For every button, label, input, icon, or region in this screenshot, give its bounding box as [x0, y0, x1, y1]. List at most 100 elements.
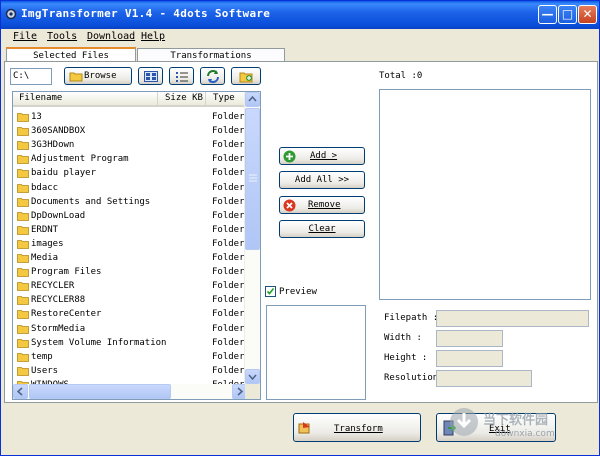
path-input[interactable]: C:\: [10, 68, 52, 85]
list-item[interactable]: temp Folder: [13, 350, 248, 364]
remove-circle-icon: [283, 199, 296, 212]
list-item[interactable]: RestoreCenter Folder: [13, 307, 248, 321]
clear-button[interactable]: Clear: [279, 220, 365, 238]
thumbnail-view-button[interactable]: [138, 67, 163, 85]
file-type: Folder: [212, 196, 245, 207]
preview-label: Preview: [279, 287, 317, 297]
list-item[interactable]: baidu player Folder: [13, 166, 248, 180]
close-button[interactable]: ✕: [578, 5, 597, 24]
file-name: RECYCLER88: [31, 295, 86, 306]
file-name: DpDownLoad: [31, 210, 86, 221]
folder-icon: [17, 197, 29, 207]
file-type: Folder: [212, 210, 245, 221]
scroll-corner: [245, 384, 260, 399]
folder-icon: [69, 72, 83, 82]
grid-view-icon: [144, 71, 158, 82]
file-name: images: [31, 238, 64, 249]
file-name: RECYCLER: [31, 281, 75, 292]
list-item[interactable]: Documents and Settings Folder: [13, 195, 248, 209]
minimize-button[interactable]: —: [538, 5, 557, 24]
list-item[interactable]: 360SANDBOX Folder: [13, 124, 248, 138]
add-all-button[interactable]: Add All >>: [279, 171, 365, 189]
menu-help[interactable]: Help: [141, 31, 165, 42]
hscroll-thumb[interactable]: [29, 384, 171, 399]
add-folder-button[interactable]: [231, 67, 261, 85]
scroll-thumb[interactable]: [245, 108, 260, 250]
file-name: 13: [31, 112, 42, 122]
scroll-left-button[interactable]: [13, 384, 28, 399]
folder-icon: [17, 155, 29, 165]
file-name: bdacc: [31, 182, 59, 193]
transform-button[interactable]: Transform: [293, 413, 421, 442]
arrow-up-icon: [248, 95, 257, 102]
vertical-scrollbar[interactable]: [244, 92, 260, 384]
menu-file[interactable]: File: [13, 31, 37, 42]
selected-files-list[interactable]: [379, 89, 591, 300]
transform-icon: [298, 422, 310, 434]
list-item[interactable]: ERDNT Folder: [13, 223, 248, 237]
file-name: Media: [31, 253, 59, 263]
height-label: Height :: [384, 353, 428, 363]
list-item[interactable]: Program Files Folder: [13, 265, 248, 279]
list-item[interactable]: bdacc Folder: [13, 181, 248, 195]
list-item[interactable]: DpDownLoad Folder: [13, 209, 248, 223]
file-type: Folder: [212, 182, 245, 193]
scroll-up-button[interactable]: [245, 92, 260, 107]
folder-icon: [17, 141, 29, 151]
list-item[interactable]: Adjustment Program Folder: [13, 152, 248, 166]
file-type: Folder: [212, 253, 245, 263]
folder-icon: [17, 113, 29, 122]
tab-selected-files[interactable]: Selected Files: [6, 47, 136, 62]
filepath-field: [436, 310, 589, 327]
add-button[interactable]: Add >: [279, 147, 365, 165]
menu-tools[interactable]: Tools: [47, 31, 77, 42]
grip-icon: [249, 174, 257, 182]
file-type: Folder: [212, 309, 245, 320]
scroll-down-button[interactable]: [245, 369, 260, 384]
list-item[interactable]: RECYCLER88 Folder: [13, 293, 248, 307]
watermark-text: 当下软件园: [483, 413, 549, 428]
file-type: Folder: [212, 295, 245, 306]
list-item[interactable]: Media Folder: [13, 251, 248, 265]
menu-bar: File Tools Download Help: [1, 29, 599, 46]
watermark-logo: [450, 408, 478, 436]
file-type: Folder: [212, 238, 245, 249]
file-name: 3G3HDown: [31, 140, 75, 151]
file-type: Folder: [212, 126, 245, 137]
list-item[interactable]: RECYCLER Folder: [13, 279, 248, 293]
title-bar[interactable]: ImgTransformer V1.4 - 4dots Software — □…: [1, 1, 599, 29]
height-field: [436, 350, 503, 367]
refresh-button[interactable]: [200, 67, 225, 85]
browse-button[interactable]: Browse: [64, 67, 132, 85]
remove-button[interactable]: Remove: [279, 196, 365, 214]
list-item[interactable]: StormMedia Folder: [13, 322, 248, 336]
list-item[interactable]: 3G3HDown Folder: [13, 138, 248, 152]
file-name: ERDNT: [31, 224, 59, 235]
folder-icon: [17, 225, 29, 235]
folder-icon: [17, 310, 29, 320]
file-list[interactable]: Filename Size KB Type 13 Folder 360SANDBOX…: [12, 91, 261, 400]
file-type: Folder: [212, 337, 245, 348]
list-view-button[interactable]: [169, 67, 194, 85]
maximize-button[interactable]: □: [558, 5, 577, 24]
folder-icon: [17, 324, 29, 334]
folder-icon: [17, 239, 29, 249]
preview-checkbox[interactable]: [265, 286, 276, 297]
file-type: Folder: [212, 365, 245, 376]
menu-download[interactable]: Download: [87, 31, 135, 42]
list-item[interactable]: images Folder: [13, 237, 248, 251]
add-circle-icon: [283, 150, 296, 163]
list-item[interactable]: Users Folder: [13, 364, 248, 378]
list-item[interactable]: System Volume Information Folder: [13, 336, 248, 350]
window-title: ImgTransformer V1.4 - 4dots Software: [21, 7, 271, 20]
column-header-type[interactable]: Type: [206, 92, 247, 107]
column-header-size[interactable]: Size KB: [158, 92, 206, 107]
file-type: Folder: [212, 267, 245, 278]
horizontal-scrollbar[interactable]: [13, 384, 247, 399]
file-name: Users: [31, 365, 59, 376]
folder-icon: [17, 366, 29, 376]
column-header-filename[interactable]: Filename: [13, 92, 158, 107]
add-label: Add >: [310, 151, 338, 161]
list-item[interactable]: 13 Folder: [13, 110, 248, 124]
folder-icon: [17, 282, 29, 292]
